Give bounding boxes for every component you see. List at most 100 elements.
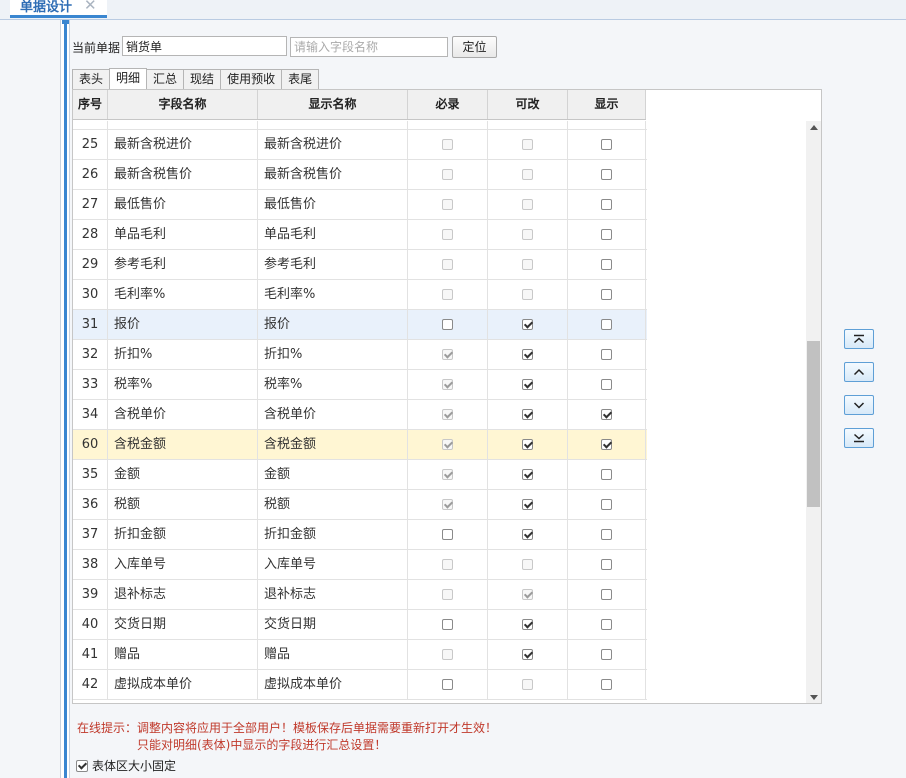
section-tab[interactable]: 表尾	[281, 69, 320, 89]
table-row[interactable]: 36 税额 税额	[73, 490, 647, 520]
editable-checkbox[interactable]	[522, 349, 533, 360]
header-no[interactable]: 序号	[73, 90, 108, 119]
shown-checkbox[interactable]	[601, 499, 612, 510]
table-row[interactable]: 30 毛利率% 毛利率%	[73, 280, 647, 310]
current-doc-label: 当前单据	[72, 41, 121, 55]
table-row[interactable]: 40 交货日期 交货日期	[73, 610, 647, 640]
move-top-button[interactable]	[844, 329, 874, 349]
header-field-name[interactable]: 字段名称	[108, 90, 258, 119]
shown-checkbox[interactable]	[601, 229, 612, 240]
move-down-button[interactable]	[844, 395, 874, 415]
editable-checkbox[interactable]	[522, 439, 533, 450]
shown-checkbox[interactable]	[601, 529, 612, 540]
row-number: 38	[73, 550, 108, 579]
editable-checkbox[interactable]	[522, 469, 533, 480]
table-row[interactable]: 35 金额 金额	[73, 460, 647, 490]
required-checkbox[interactable]	[442, 319, 453, 330]
table-row[interactable]: 41 赠品 赠品	[73, 640, 647, 670]
grid-scrollbar[interactable]	[806, 121, 821, 703]
required-checkbox[interactable]	[442, 619, 453, 630]
editable-checkbox[interactable]	[522, 649, 533, 660]
section-tab[interactable]: 使用预收	[220, 69, 283, 89]
move-up-button[interactable]	[844, 362, 874, 382]
editable-checkbox[interactable]	[522, 499, 533, 510]
table-row[interactable]: 29 参考毛利 参考毛利	[73, 250, 647, 280]
table-row[interactable]: 26 最新含税售价 最新含税售价	[73, 160, 647, 190]
row-number: 37	[73, 520, 108, 549]
editable-cell	[488, 400, 568, 429]
table-row[interactable]: 28 单品毛利 单品毛利	[73, 220, 647, 250]
header-editable[interactable]: 可改	[488, 90, 568, 119]
shown-checkbox[interactable]	[601, 199, 612, 210]
table-row[interactable]: 33 税率% 税率%	[73, 370, 647, 400]
editable-cell	[488, 190, 568, 219]
table-row[interactable]: 27 最低售价 最低售价	[73, 190, 647, 220]
fixed-size-option[interactable]: 表体区大小固定	[76, 757, 176, 774]
row-number: 31	[73, 310, 108, 339]
table-row[interactable]: 42 虚拟成本单价 虚拟成本单价	[73, 670, 647, 700]
close-icon[interactable]: ✕	[84, 0, 97, 13]
table-row[interactable]: 38 入库单号 入库单号	[73, 550, 647, 580]
shown-checkbox[interactable]	[601, 619, 612, 630]
grid-body: 25 最新含税进价 最新含税进价 26 最新含税售价 最新含税售价 27 最低售价 最低售价 28…	[73, 121, 647, 700]
shown-cell	[568, 400, 646, 429]
display-name-cell: 金额	[258, 460, 408, 489]
shown-checkbox[interactable]	[601, 559, 612, 570]
header-required[interactable]: 必录	[408, 90, 488, 119]
shown-checkbox[interactable]	[601, 319, 612, 330]
field-name-cell: 最低售价	[108, 190, 258, 219]
shown-checkbox[interactable]	[601, 289, 612, 300]
required-checkbox	[442, 409, 453, 420]
field-search-input[interactable]	[290, 37, 448, 57]
table-row[interactable]: 37 折扣金额 折扣金额	[73, 520, 647, 550]
field-name-cell: 赠品	[108, 640, 258, 669]
doc-design-tab[interactable]: 单据设计 ✕	[10, 0, 107, 18]
section-tab[interactable]: 汇总	[146, 69, 185, 89]
editable-checkbox[interactable]	[522, 379, 533, 390]
editable-checkbox[interactable]	[522, 529, 533, 540]
table-row[interactable]: 25 最新含税进价 最新含税进价	[73, 130, 647, 160]
scroll-thumb[interactable]	[807, 341, 820, 507]
shown-checkbox[interactable]	[601, 439, 612, 450]
shown-checkbox[interactable]	[601, 349, 612, 360]
editable-cell	[488, 490, 568, 519]
shown-checkbox[interactable]	[601, 139, 612, 150]
table-row[interactable]: 31 报价 报价	[73, 310, 647, 340]
shown-checkbox[interactable]	[601, 589, 612, 600]
header-display-name[interactable]: 显示名称	[258, 90, 408, 119]
editable-checkbox[interactable]	[522, 319, 533, 330]
table-row[interactable]: 34 含税单价 含税单价	[73, 400, 647, 430]
shown-cell	[568, 160, 646, 189]
shown-checkbox[interactable]	[601, 649, 612, 660]
left-splitter[interactable]	[60, 20, 70, 778]
field-name-cell: 最新含税进价	[108, 130, 258, 159]
section-tab[interactable]: 现结	[183, 69, 222, 89]
required-checkbox[interactable]	[442, 529, 453, 540]
required-cell	[408, 520, 488, 549]
editable-checkbox	[522, 679, 533, 690]
shown-checkbox[interactable]	[601, 169, 612, 180]
shown-checkbox[interactable]	[601, 409, 612, 420]
shown-checkbox[interactable]	[601, 469, 612, 480]
section-tab[interactable]: 明细	[109, 68, 148, 89]
shown-checkbox[interactable]	[601, 379, 612, 390]
header-shown[interactable]: 显示	[568, 90, 646, 119]
editable-checkbox[interactable]	[522, 409, 533, 420]
display-name-cell: 折扣金额	[258, 520, 408, 549]
locate-button[interactable]: 定位	[452, 36, 497, 58]
move-bottom-button[interactable]	[844, 428, 874, 448]
section-tab[interactable]: 表头	[72, 69, 111, 89]
fixed-size-checkbox[interactable]	[76, 759, 88, 772]
table-row[interactable]: 60 含税金额 含税金额	[73, 430, 647, 460]
scroll-down-icon[interactable]	[810, 695, 818, 700]
editable-checkbox[interactable]	[522, 619, 533, 630]
row-number: 35	[73, 460, 108, 489]
shown-checkbox[interactable]	[601, 679, 612, 690]
required-checkbox[interactable]	[442, 679, 453, 690]
table-row[interactable]: 32 折扣% 折扣%	[73, 340, 647, 370]
shown-checkbox[interactable]	[601, 259, 612, 270]
table-row[interactable]: 39 退补标志 退补标志	[73, 580, 647, 610]
current-doc-field[interactable]	[122, 36, 287, 56]
scroll-up-icon[interactable]	[810, 125, 818, 130]
display-name-cell: 交货日期	[258, 610, 408, 639]
